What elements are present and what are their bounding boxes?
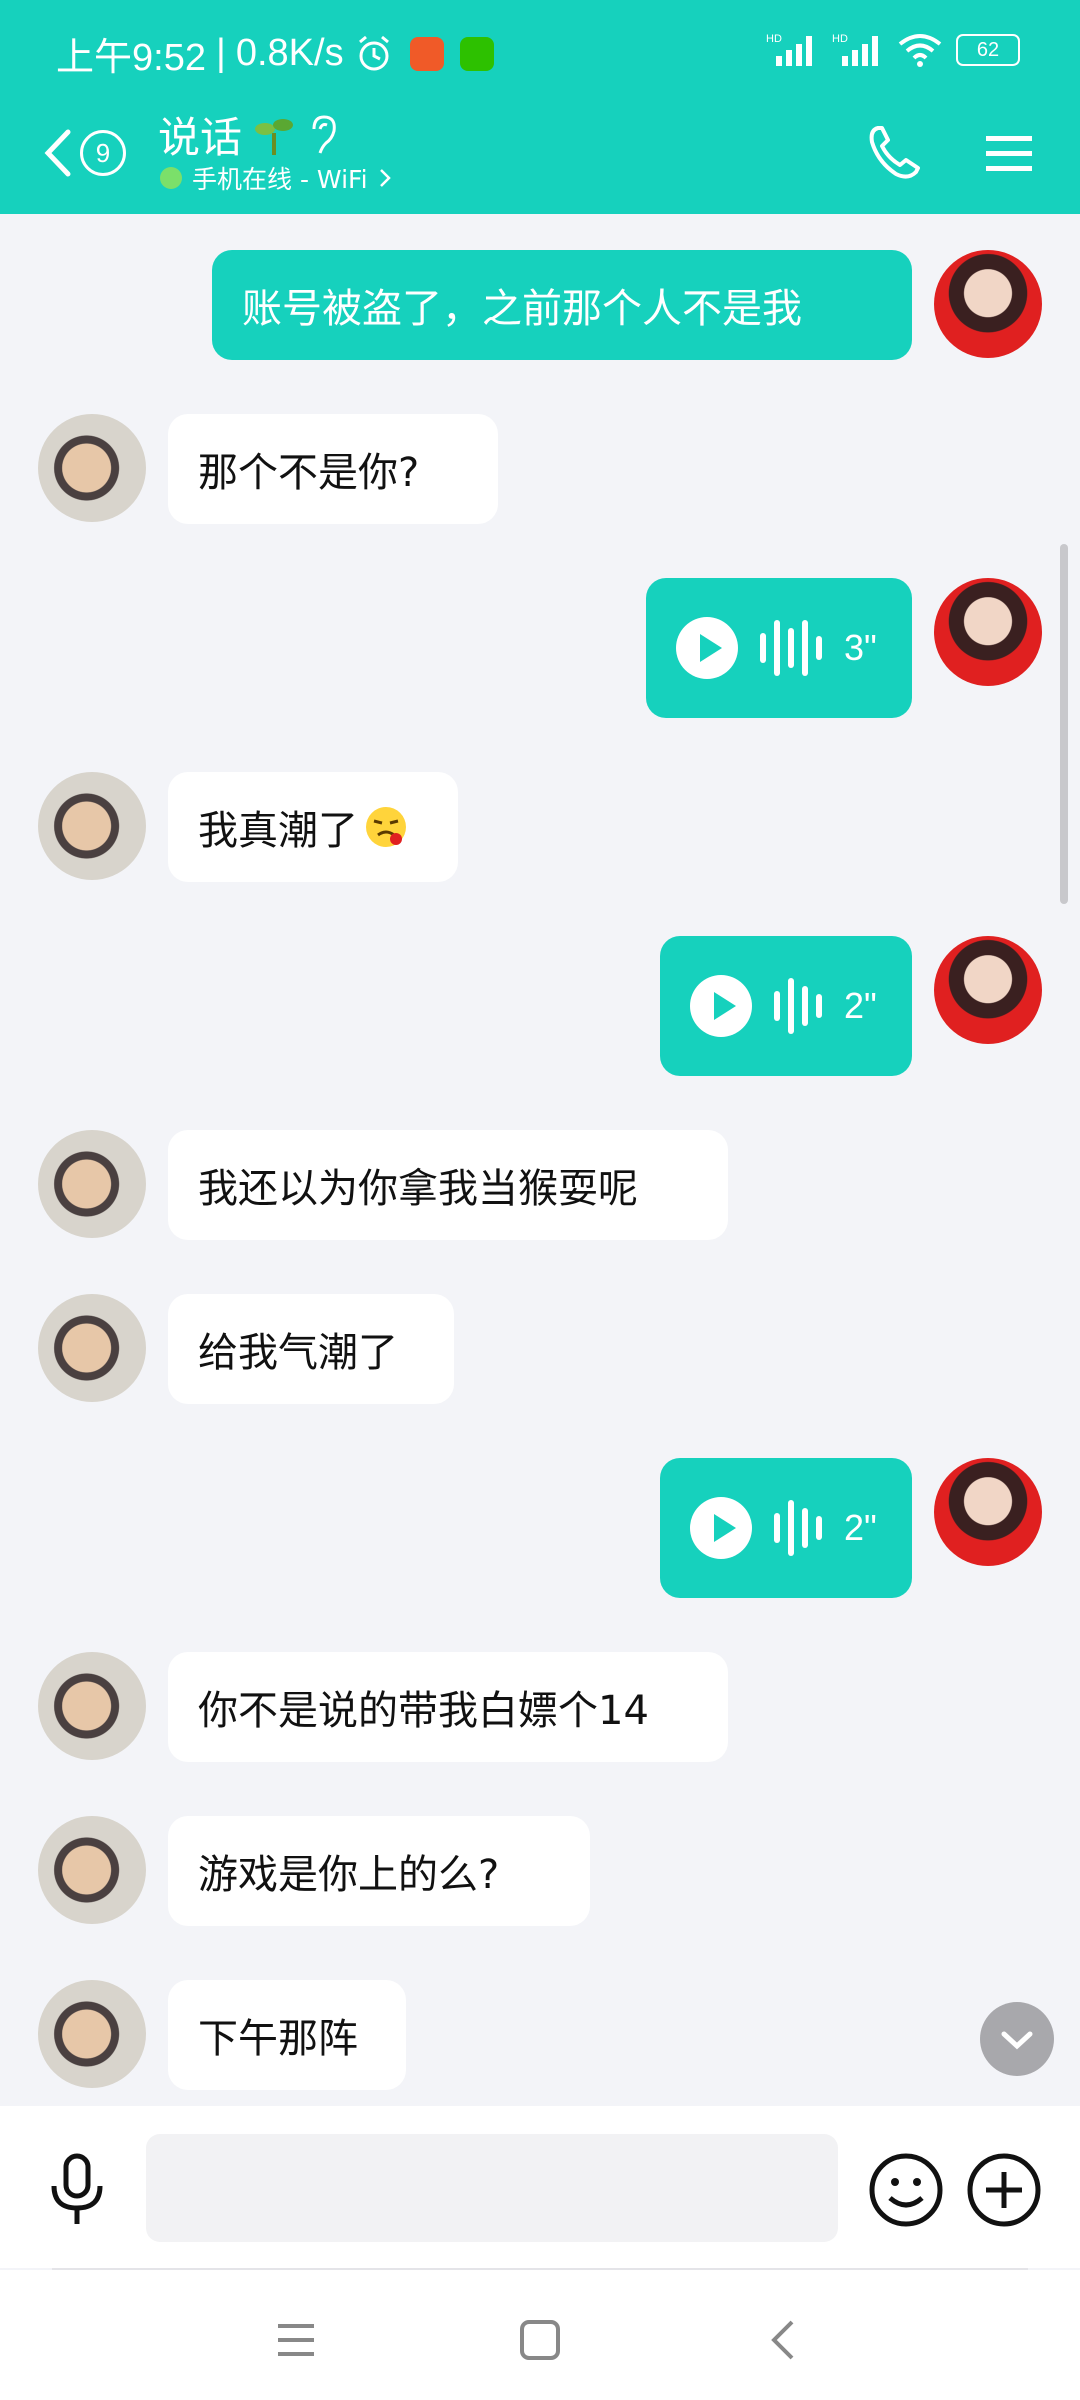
self-avatar[interactable] bbox=[934, 1458, 1042, 1566]
message-input[interactable] bbox=[146, 2134, 838, 2242]
home-button[interactable] bbox=[510, 2310, 570, 2370]
battery-indicator: 62 bbox=[956, 34, 1020, 66]
scrollbar[interactable] bbox=[1060, 544, 1068, 904]
unread-count-badge: 9 bbox=[80, 130, 126, 176]
status-time: 上午9:52 bbox=[56, 37, 206, 79]
message-bubble[interactable]: 账号被盗了，之前那个人不是我 bbox=[212, 250, 912, 360]
network-1-label: HD bbox=[766, 33, 782, 45]
message-bubble[interactable]: 我还以为你拿我当猴耍呢 bbox=[168, 1130, 728, 1240]
menu-icon bbox=[986, 136, 1032, 171]
play-icon[interactable] bbox=[690, 1497, 752, 1559]
status-separator: | bbox=[215, 32, 226, 74]
call-button[interactable] bbox=[860, 118, 930, 188]
chevron-left-icon bbox=[44, 129, 71, 177]
chat-header: 上午9:52 | 0.8K/s HD HD 62 9 说话 手机在线 - WiF… bbox=[0, 0, 1080, 214]
chevron-left-icon bbox=[771, 2320, 794, 2360]
online-dot-icon bbox=[160, 167, 182, 189]
input-bar bbox=[0, 2106, 1080, 2268]
play-icon[interactable] bbox=[676, 617, 738, 679]
signal-icon: HD bbox=[766, 33, 812, 66]
voice-duration: 2" bbox=[844, 985, 877, 1026]
message-bubble[interactable]: 我真潮了 bbox=[168, 772, 458, 882]
message-text: 账号被盗了，之前那个人不是我 bbox=[242, 286, 802, 332]
message-bubble[interactable]: 那个不是你? bbox=[168, 414, 498, 524]
presence-status: 手机在线 - WiFi bbox=[160, 160, 392, 196]
system-navigation-bar bbox=[0, 2270, 1080, 2400]
recent-apps-button[interactable] bbox=[266, 2310, 326, 2370]
sick-face-emoji-icon bbox=[366, 807, 406, 847]
chevron-down-icon bbox=[1001, 2031, 1033, 2050]
status-right: HD HD 62 bbox=[766, 32, 1020, 68]
microphone-icon bbox=[51, 2153, 103, 2224]
contact-avatar[interactable] bbox=[38, 1816, 146, 1924]
message-text: 游戏是你上的么? bbox=[198, 1852, 500, 1898]
message-text: 那个不是你? bbox=[198, 450, 420, 496]
voice-duration: 3" bbox=[844, 627, 877, 668]
net-speed: 0.8K/s bbox=[235, 32, 344, 74]
message-text: 我还以为你拿我当猴耍呢 bbox=[198, 1166, 638, 1212]
signal-icon-2: HD bbox=[832, 33, 878, 66]
message-bubble[interactable]: 给我气潮了 bbox=[168, 1294, 454, 1404]
message-text: 你不是说的带我白嫖个14 bbox=[198, 1688, 649, 1734]
wifi-icon bbox=[898, 34, 942, 67]
status-bar: 上午9:52 | 0.8K/s HD HD 62 bbox=[0, 0, 1080, 104]
message-text: 下午那阵 bbox=[198, 2016, 358, 2062]
back-button[interactable]: 9 bbox=[40, 118, 140, 188]
presence-text: 手机在线 - WiFi bbox=[192, 165, 368, 194]
chevron-right-icon bbox=[379, 169, 391, 187]
self-avatar[interactable] bbox=[934, 936, 1042, 1044]
contact-name: 说话 bbox=[158, 113, 243, 162]
plus-circle-icon bbox=[967, 2153, 1041, 2227]
message-bubble[interactable]: 游戏是你上的么? bbox=[168, 1816, 590, 1926]
voice-message[interactable]: 3" bbox=[646, 578, 912, 718]
contact-avatar[interactable] bbox=[38, 1980, 146, 2088]
message-bubble[interactable]: 你不是说的带我白嫖个14 bbox=[168, 1652, 728, 1762]
phone-icon bbox=[869, 126, 920, 179]
message-list[interactable]: 账号被盗了，之前那个人不是我 那个不是你? 3" 我真潮了 2" 我还以为你拿我… bbox=[0, 214, 1080, 2106]
scroll-to-bottom-button[interactable] bbox=[980, 2002, 1054, 2076]
contact-avatar[interactable] bbox=[38, 1294, 146, 1402]
status-left: 上午9:52 | 0.8K/s bbox=[56, 26, 494, 81]
waveform-icon bbox=[774, 1500, 822, 1556]
contact-avatar[interactable] bbox=[38, 414, 146, 522]
contact-avatar[interactable] bbox=[38, 1130, 146, 1238]
menu-lines-icon bbox=[278, 2324, 314, 2356]
app-notification-icon bbox=[409, 36, 444, 71]
wechat-icon bbox=[459, 36, 494, 71]
self-avatar[interactable] bbox=[934, 578, 1042, 686]
system-back-button[interactable] bbox=[754, 2310, 814, 2370]
message-text: 给我气潮了 bbox=[198, 1330, 398, 1376]
emoji-button[interactable] bbox=[866, 2150, 946, 2230]
message-bubble[interactable]: 下午那阵 bbox=[168, 1980, 406, 2090]
sprout-icon bbox=[255, 118, 294, 155]
play-icon[interactable] bbox=[690, 975, 752, 1037]
ear-icon bbox=[312, 114, 336, 153]
contact-avatar[interactable] bbox=[38, 772, 146, 880]
self-avatar[interactable] bbox=[934, 250, 1042, 358]
voice-message[interactable]: 2" bbox=[660, 1458, 912, 1598]
voice-duration: 2" bbox=[844, 1507, 877, 1548]
network-2-label: HD bbox=[832, 33, 848, 45]
voice-message[interactable]: 2" bbox=[660, 936, 912, 1076]
contact-avatar[interactable] bbox=[38, 1652, 146, 1760]
contact-name-row[interactable]: 说话 bbox=[158, 104, 340, 165]
menu-button[interactable] bbox=[974, 118, 1044, 188]
more-button[interactable] bbox=[964, 2150, 1044, 2230]
smiley-icon bbox=[869, 2153, 943, 2227]
voice-input-button[interactable] bbox=[42, 2150, 112, 2230]
square-icon bbox=[520, 2320, 560, 2360]
waveform-icon bbox=[760, 620, 822, 676]
title-bar: 9 说话 手机在线 - WiFi bbox=[0, 104, 1080, 214]
waveform-icon bbox=[774, 978, 822, 1034]
message-text: 我真潮了 bbox=[198, 808, 358, 854]
alarm-icon bbox=[358, 35, 389, 70]
